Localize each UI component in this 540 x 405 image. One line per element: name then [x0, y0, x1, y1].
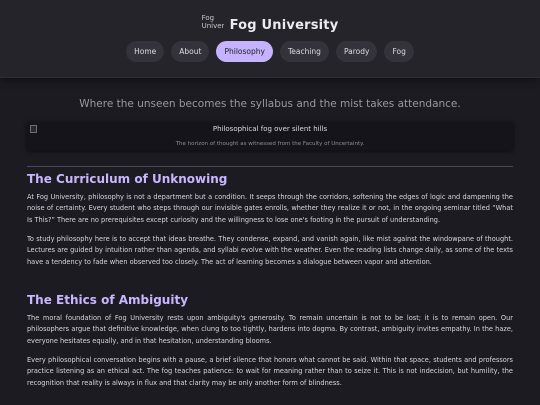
nav-parody[interactable]: Parody	[335, 41, 378, 62]
site-name[interactable]: Fog University	[230, 18, 339, 33]
logo-broken-image[interactable]: Fog University	[202, 14, 224, 36]
site-header: Fog University Fog University Home About…	[0, 0, 540, 78]
hero-caption: The horizon of thought as witnessed from…	[175, 141, 365, 147]
hero-figure: Philosophical fog over silent hills The …	[27, 122, 513, 150]
paragraph: At Fog University, philosophy is not a d…	[27, 193, 513, 224]
paragraph: To study philosophy here is to accept th…	[27, 235, 513, 266]
page-tagline: Where the unseen becomes the syllabus an…	[79, 98, 461, 110]
section-divider	[27, 166, 513, 167]
nav-home[interactable]: Home	[126, 41, 165, 62]
nav-fog[interactable]: Fog	[384, 41, 414, 62]
paragraph: The moral foundation of Fog University r…	[27, 314, 513, 345]
brand[interactable]: Fog University Fog University	[0, 14, 540, 36]
paragraph: Every philosophical conversation begins …	[27, 356, 513, 387]
hero-image-alt: Philosophical fog over silent hills	[212, 125, 328, 133]
nav-teaching[interactable]: Teaching	[279, 41, 329, 62]
main-nav: Home About Philosophy Teaching Parody Fo…	[0, 41, 540, 62]
section-title: The Ethics of Ambiguity	[27, 293, 189, 307]
section-title: The Curriculum of Unknowing	[27, 172, 228, 186]
nav-about[interactable]: About	[171, 41, 210, 62]
nav-philosophy[interactable]: Philosophy	[216, 41, 273, 62]
